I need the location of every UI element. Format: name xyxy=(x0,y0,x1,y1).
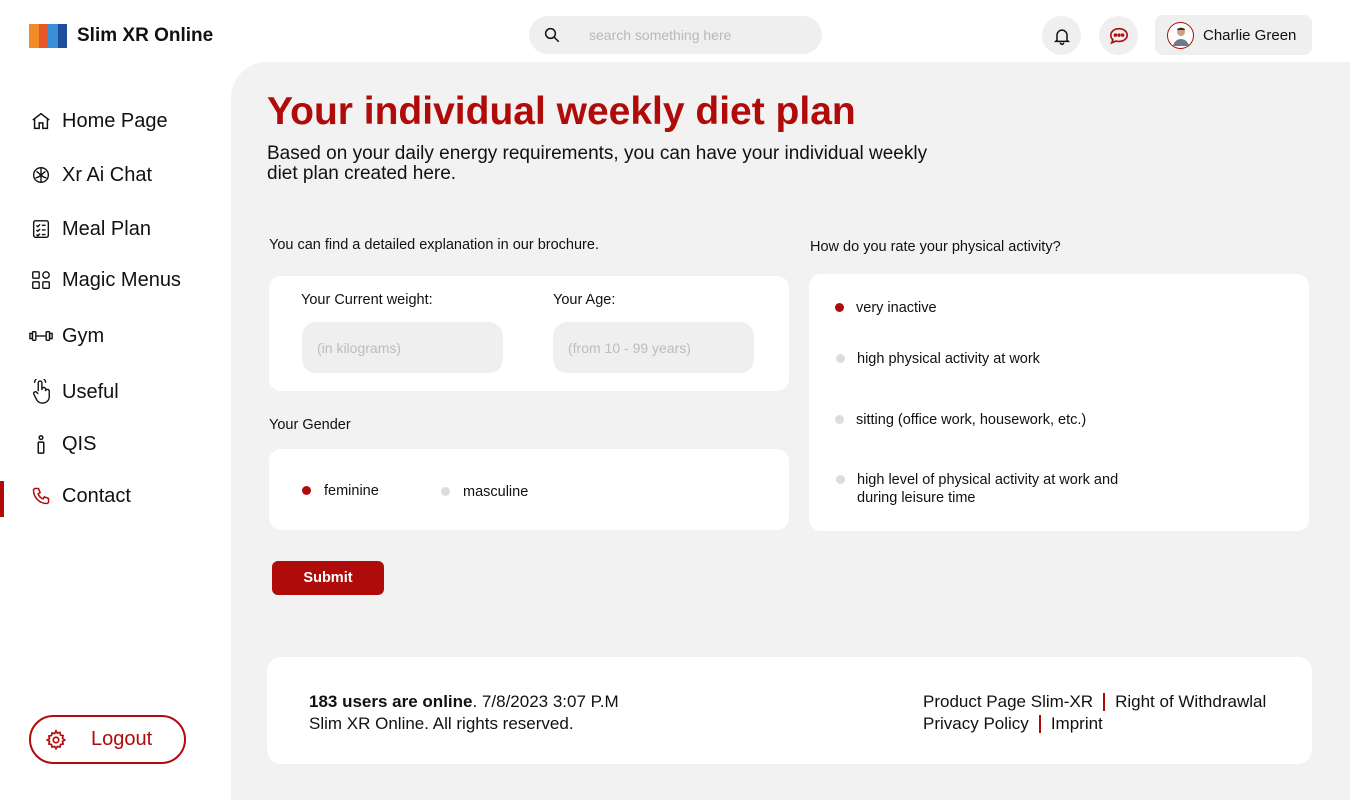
sidebar-item-xr-ai-chat[interactable]: Xr Ai Chat xyxy=(29,160,152,190)
notifications-button[interactable] xyxy=(1042,16,1081,55)
app-logo[interactable]: Slim XR Online xyxy=(29,24,213,48)
user-profile-button[interactable]: Charlie Green xyxy=(1155,15,1312,55)
active-indicator xyxy=(0,481,4,517)
radio-label: feminine xyxy=(324,483,379,499)
main-content: Your individual weekly diet plan Based o… xyxy=(231,62,1350,800)
grid-icon xyxy=(29,268,53,292)
users-online: 183 users are online xyxy=(309,692,473,711)
sidebar-item-label: QIS xyxy=(62,432,97,455)
gender-card: feminine masculine xyxy=(269,449,789,530)
sidebar-item-qis[interactable]: QIS xyxy=(29,429,96,459)
radio-dot xyxy=(835,303,844,312)
hand-pointer-icon xyxy=(29,379,53,404)
submit-button[interactable]: Submit xyxy=(272,561,384,595)
radio-dot xyxy=(836,475,845,484)
sidebar-item-gym[interactable]: Gym xyxy=(29,321,104,351)
gender-option-feminine[interactable]: feminine xyxy=(302,482,379,500)
sidebar-item-label: Meal Plan xyxy=(62,217,151,240)
footer-datetime: . 7/8/2023 3:07 P.M xyxy=(472,692,619,711)
brochure-text: You can find a detailed explanation in o… xyxy=(269,237,599,253)
privacy-policy-link[interactable]: Privacy Policy xyxy=(923,713,1029,735)
activity-option-very-inactive[interactable]: very inactive xyxy=(835,299,937,317)
gender-option-masculine[interactable]: masculine xyxy=(441,483,528,501)
body-data-card: Your Current weight: Your Age: xyxy=(269,276,789,391)
activity-option-high-work-and-leisure[interactable]: high level of physical activity at work … xyxy=(836,471,1127,507)
avatar xyxy=(1167,21,1194,49)
activity-question: How do you rate your physical activity? xyxy=(810,239,1061,255)
sidebar-item-contact[interactable]: Contact xyxy=(29,481,131,511)
brain-icon xyxy=(29,163,53,187)
search-icon xyxy=(544,27,560,43)
activity-card: very inactive high physical activity at … xyxy=(809,274,1309,531)
activity-option-high-at-work[interactable]: high physical activity at work xyxy=(836,350,1040,368)
sidebar-item-label: Home Page xyxy=(62,109,168,132)
sidebar-item-label: Useful xyxy=(62,380,119,403)
user-name: Charlie Green xyxy=(1203,26,1297,44)
logo-icon xyxy=(29,24,67,48)
age-input[interactable] xyxy=(553,322,754,373)
copyright: Slim XR Online. All rights reserved. xyxy=(309,714,574,733)
sidebar-item-meal-plan[interactable]: Meal Plan xyxy=(29,214,151,244)
radio-dot xyxy=(441,487,450,496)
dumbbell-icon xyxy=(29,324,53,348)
logout-button[interactable]: Logout xyxy=(29,715,186,764)
page-subtitle: Based on your daily energy requirements,… xyxy=(267,143,928,184)
gender-label: Your Gender xyxy=(269,417,351,433)
phone-icon xyxy=(29,484,53,508)
radio-label: very inactive xyxy=(856,300,937,316)
radio-dot xyxy=(836,354,845,363)
radio-label: high physical activity at work xyxy=(857,351,1040,367)
radio-dot xyxy=(835,415,844,424)
sidebar-item-label: Xr Ai Chat xyxy=(62,163,153,186)
gear-icon xyxy=(45,728,67,751)
chat-icon xyxy=(1109,27,1128,44)
radio-dot xyxy=(302,486,311,495)
sidebar-item-label: Contact xyxy=(62,484,131,507)
footer-status: 183 users are online. 7/8/2023 3:07 P.M … xyxy=(309,691,619,735)
search-bar[interactable] xyxy=(529,16,822,54)
footer: 183 users are online. 7/8/2023 3:07 P.M … xyxy=(267,657,1312,764)
weight-label: Your Current weight: xyxy=(301,292,433,308)
logout-label: Logout xyxy=(91,728,153,750)
weight-input[interactable] xyxy=(302,322,503,373)
page-title: Your individual weekly diet plan xyxy=(267,90,856,133)
messages-button[interactable] xyxy=(1099,16,1138,55)
sidebar-item-label: Gym xyxy=(62,324,105,347)
radio-label: sitting (office work, housework, etc.) xyxy=(856,412,1087,428)
sidebar-item-label: Magic Menus xyxy=(62,268,181,291)
product-page-link[interactable]: Product Page Slim-XR xyxy=(923,691,1093,713)
home-icon xyxy=(29,109,53,133)
bell-icon xyxy=(1053,28,1070,45)
app-title: Slim XR Online xyxy=(77,25,214,46)
sidebar-item-useful[interactable]: Useful xyxy=(29,377,119,407)
footer-links: Product Page Slim-XR Right of Withdrawla… xyxy=(923,691,1266,735)
radio-label: masculine xyxy=(463,484,529,500)
activity-option-sitting[interactable]: sitting (office work, housework, etc.) xyxy=(835,411,1086,429)
radio-label: high level of physical activity at work … xyxy=(857,472,1119,506)
withdrawal-link[interactable]: Right of Withdrawlal xyxy=(1115,691,1266,713)
divider xyxy=(1103,693,1106,711)
age-label: Your Age: xyxy=(553,292,616,308)
imprint-link[interactable]: Imprint xyxy=(1051,713,1103,735)
search-input[interactable] xyxy=(589,27,789,43)
sidebar-item-home[interactable]: Home Page xyxy=(29,106,168,136)
checklist-icon xyxy=(29,217,53,241)
divider xyxy=(1038,715,1041,733)
info-icon xyxy=(29,432,53,456)
sidebar-item-magic-menus[interactable]: Magic Menus xyxy=(29,265,181,295)
